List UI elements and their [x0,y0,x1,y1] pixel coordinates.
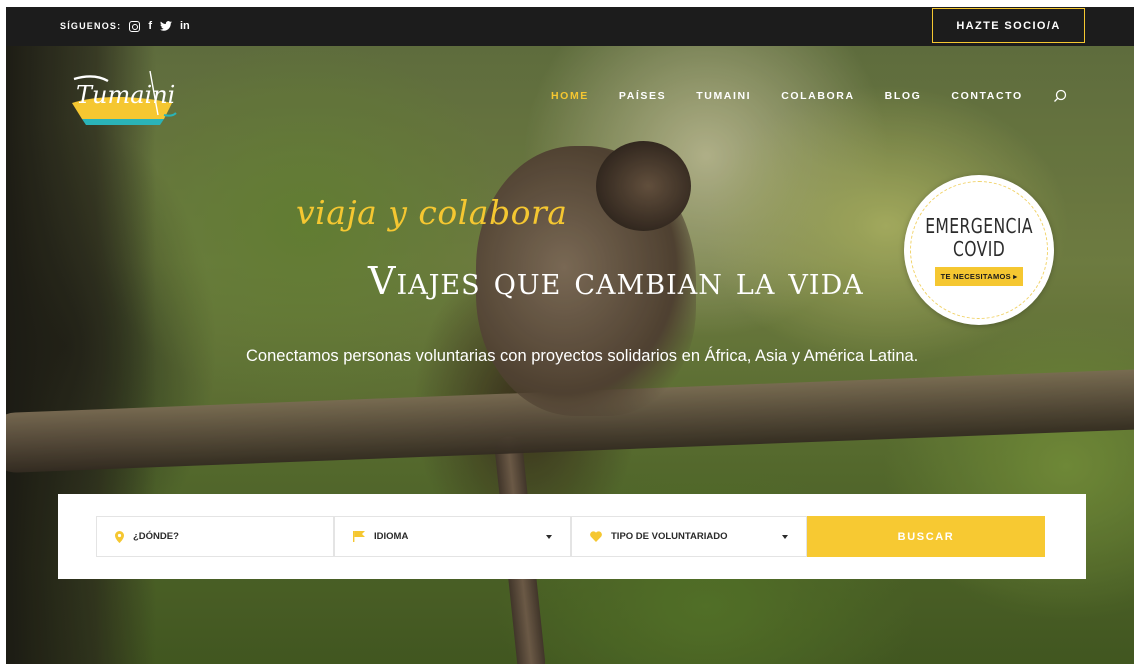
hero-headline: Viajes que cambian la vida [368,259,864,303]
hero-tagline: viaja y colabora [296,193,568,232]
follow-label: SÍGUENOS: [60,21,122,31]
covid-title-line1: EMERGENCIA [925,213,1033,238]
covid-title: EMERGENCIA COVID [925,213,1033,261]
search-panel: ¿DÓNDE? IDIOMA TIPO DE VOLUNTARIADO BUSC… [58,494,1086,579]
search-button[interactable]: BUSCAR [807,516,1045,557]
covid-cta-button[interactable]: TE NECESITAMOS ▸ [934,266,1024,286]
main-nav: HOME PAÍSES TUMAINI COLABORA BLOG CONTAC… [551,89,1067,103]
chevron-down-icon [546,535,552,539]
where-label: ¿DÓNDE? [133,531,179,542]
hero-subline: Conectamos personas voluntarias con proy… [246,347,919,365]
covid-emergency-badge[interactable]: EMERGENCIA COVID TE NECESITAMOS ▸ [904,175,1054,325]
facebook-icon[interactable]: f [148,20,152,32]
twitter-icon[interactable] [159,21,172,31]
search-icon[interactable] [1053,89,1067,103]
nav-home[interactable]: HOME [551,90,589,102]
tumaini-logo[interactable]: Tumaini [66,65,181,129]
chevron-down-icon [782,535,788,539]
nav-paises[interactable]: PAÍSES [619,90,666,102]
top-bar: SÍGUENOS: f in HAZTE SOCIO/A [6,7,1134,46]
nav-colabora[interactable]: COLABORA [781,90,854,102]
page-frame: SÍGUENOS: f in HAZTE SOCIO/A Tumaini HOM… [6,7,1134,664]
covid-title-line2: COVID [952,236,1006,261]
join-member-button[interactable]: HAZTE SOCIO/A [932,8,1085,43]
volunteer-type-select[interactable]: TIPO DE VOLUNTARIADO [571,516,807,557]
location-pin-icon [115,530,124,543]
language-select[interactable]: IDIOMA [334,516,571,557]
where-field[interactable]: ¿DÓNDE? [96,516,334,557]
svg-text:Tumaini: Tumaini [76,81,175,109]
nav-tumaini[interactable]: TUMAINI [696,90,751,102]
social-follow: SÍGUENOS: f in [60,20,190,32]
flag-icon [353,531,365,542]
instagram-icon[interactable] [129,20,141,32]
volunteer-type-label: TIPO DE VOLUNTARIADO [611,531,728,542]
heart-icon [590,531,602,542]
linkedin-icon[interactable]: in [180,20,190,32]
nav-blog[interactable]: BLOG [885,90,922,102]
nav-contacto[interactable]: CONTACTO [951,90,1022,102]
language-label: IDIOMA [374,531,409,542]
